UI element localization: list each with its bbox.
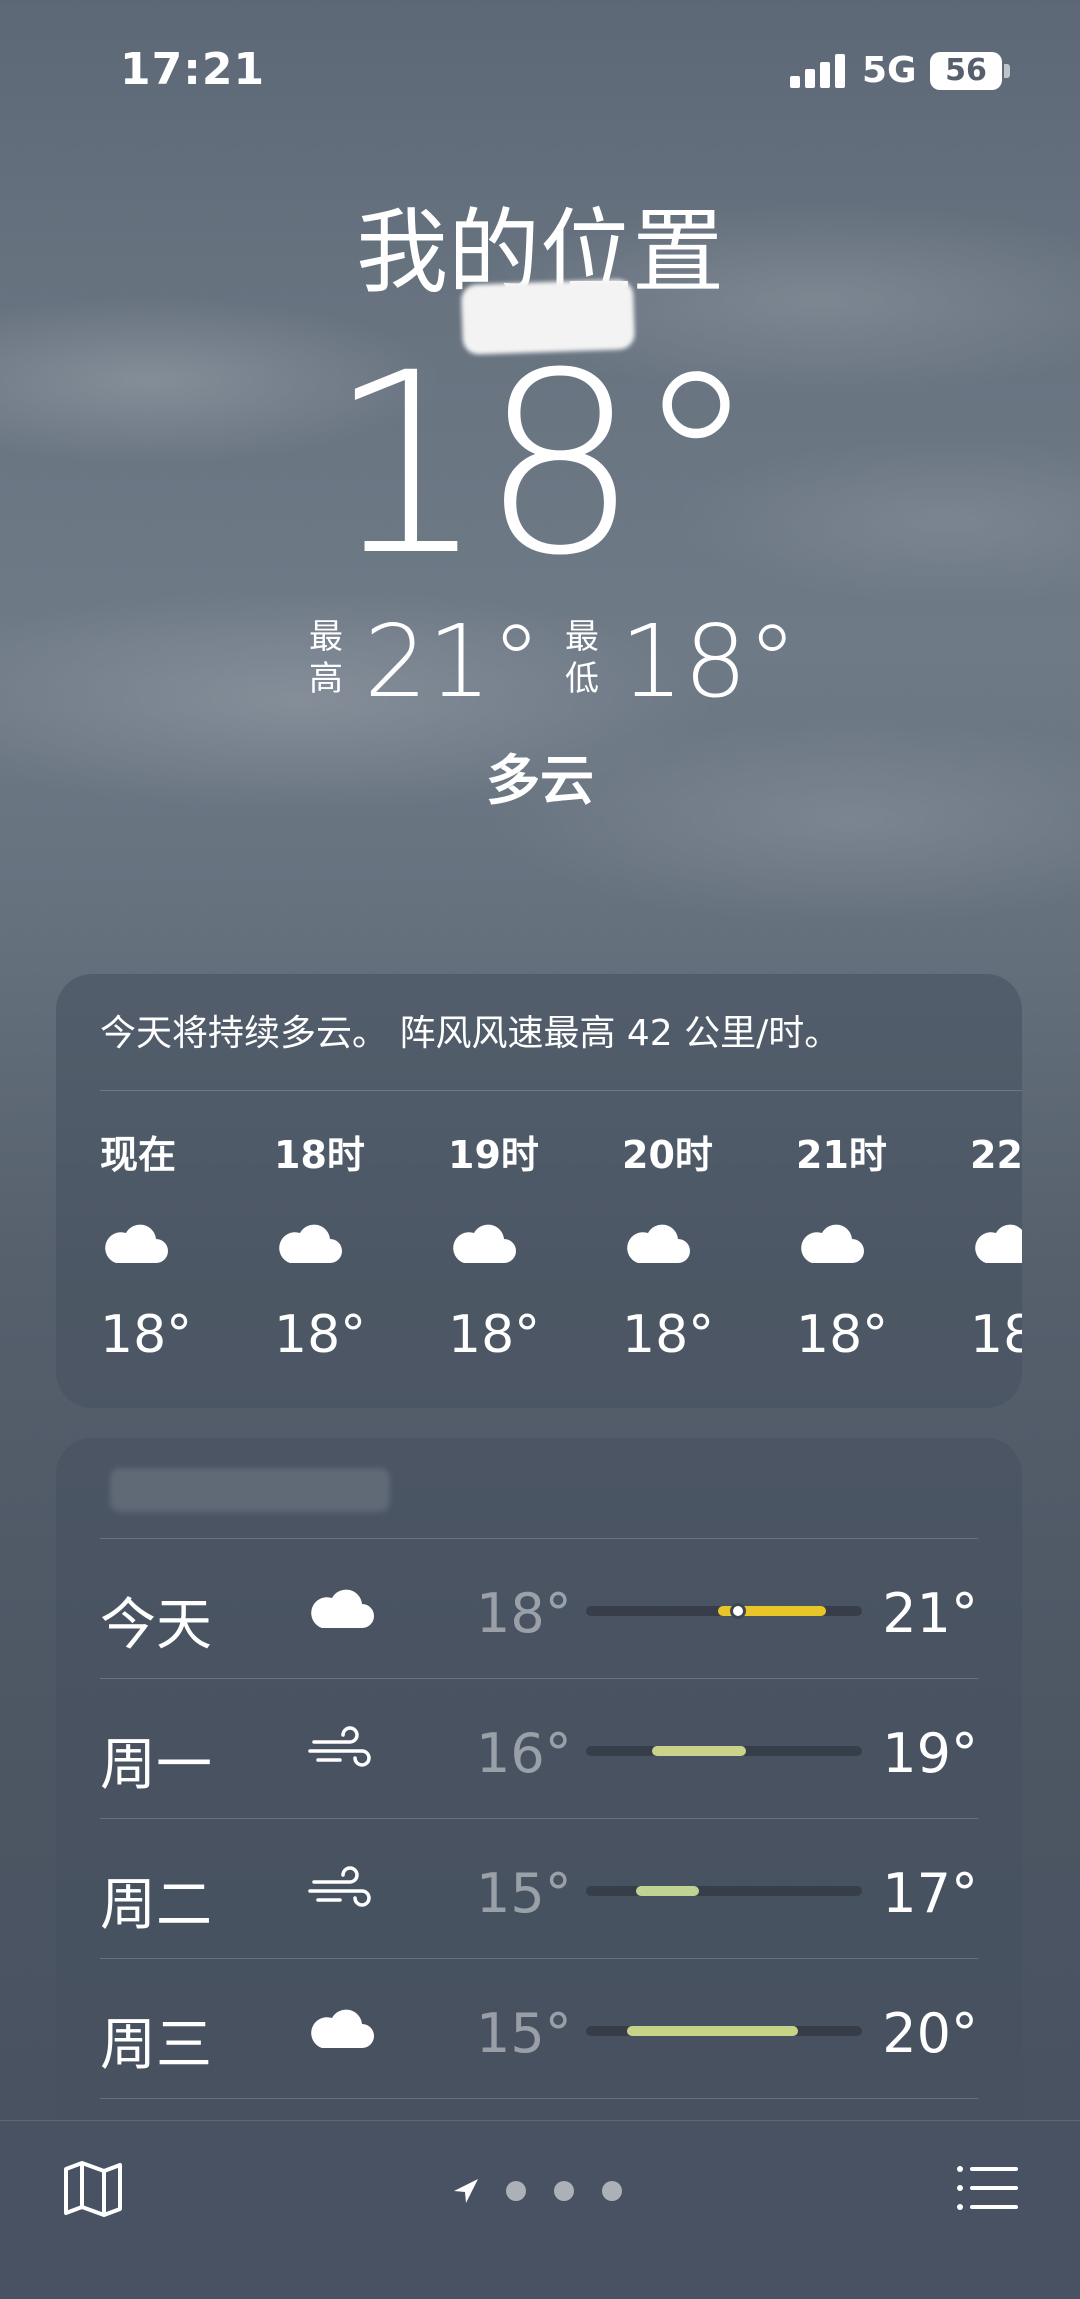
temp-range-bar — [586, 1603, 862, 1619]
divider — [100, 1090, 1022, 1091]
page-dot[interactable] — [554, 2181, 574, 2201]
day-name: 周一 — [100, 1733, 212, 1798]
temp-range-fill — [636, 1886, 699, 1896]
day-low: 16° — [476, 1722, 572, 1785]
hour-label: 现在 — [100, 1133, 177, 1177]
daily-row[interactable]: 周二 15° 17° — [56, 1818, 1022, 1958]
hourly-item: 22时 18° — [970, 1124, 1022, 1365]
page-dot[interactable] — [506, 2181, 526, 2201]
page-indicator[interactable] — [450, 2171, 650, 2211]
hourly-item: 现在 18° — [100, 1124, 240, 1365]
daily-row[interactable]: 今天 18° 21° — [56, 1538, 1022, 1678]
hourly-item: 18时 18° — [274, 1124, 414, 1365]
high-label: 最高 — [309, 617, 343, 699]
network-type: 5G — [862, 50, 917, 91]
day-high: 20° — [882, 2002, 978, 2065]
battery-icon: 56 — [930, 52, 1002, 90]
temp-range-bar — [586, 1886, 862, 1896]
low-temperature: 18° — [620, 603, 798, 720]
cloud-icon — [274, 1219, 344, 1265]
list-icon[interactable] — [954, 2157, 1020, 2219]
day-low: 18° — [476, 1582, 572, 1645]
day-name: 周二 — [100, 1873, 212, 1938]
hour-label: 21时 — [796, 1133, 887, 1177]
status-bar: 17:21 5G 56 — [0, 0, 1080, 140]
page-dot[interactable] — [602, 2181, 622, 2201]
cloud-icon — [306, 1584, 376, 1634]
hour-temperature: 18° — [796, 1305, 889, 1365]
temp-range-fill — [627, 2026, 798, 2036]
daily-row[interactable]: 周三 15° 20° — [56, 1958, 1022, 2098]
hour-temperature: 18° — [970, 1305, 1022, 1365]
daily-header-redacted — [110, 1468, 390, 1512]
wind-icon — [306, 1864, 376, 1914]
day-high: 17° — [882, 1862, 978, 1925]
cloud-icon — [100, 1219, 170, 1265]
day-low: 15° — [476, 2002, 572, 2065]
hour-label: 19时 — [448, 1133, 539, 1177]
location-arrow-icon — [454, 2179, 478, 2203]
forecast-summary: 今天将持续多云。 阵风风速最高 42 公里/时。 — [100, 1013, 841, 1054]
hour-label: 18时 — [274, 1133, 365, 1177]
low-label: 最低 — [565, 617, 599, 699]
hourly-item: 19时 18° — [448, 1124, 588, 1365]
day-name: 周三 — [100, 2013, 212, 2078]
hourly-item: 21时 18° — [796, 1124, 936, 1365]
current-temp-dot — [730, 1603, 746, 1619]
cloud-icon — [306, 2004, 376, 2054]
hourly-item: 20时 18° — [622, 1124, 762, 1365]
divider — [100, 2098, 978, 2099]
hourly-forecast-card[interactable]: 今天将持续多云。 阵风风速最高 42 公里/时。 现在 18° 18时 18° 19时 1… — [56, 974, 1022, 1408]
hour-label: 22时 — [970, 1133, 1022, 1177]
daily-forecast-card[interactable]: 今天 18° 21° 周一 16° 19° 周二 15° 17° 周三 15° 20° — [56, 1438, 1022, 2198]
current-temperature: 18° — [327, 319, 758, 610]
wind-icon — [306, 1724, 376, 1774]
hour-temperature: 18° — [100, 1305, 193, 1365]
day-low: 15° — [476, 1862, 572, 1925]
status-time: 17:21 — [120, 44, 266, 95]
temp-range-bar — [586, 1746, 862, 1756]
cloud-icon — [970, 1219, 1022, 1265]
cloud-icon — [622, 1219, 692, 1265]
hour-temperature: 18° — [622, 1305, 715, 1365]
signal-icon — [790, 54, 846, 88]
high-low: 最高 21° 最低 18° — [0, 612, 1080, 712]
bottom-toolbar — [0, 2120, 1080, 2299]
daily-row[interactable]: 周一 16° 19° — [56, 1678, 1022, 1818]
hour-temperature: 18° — [274, 1305, 367, 1365]
cloud-icon — [448, 1219, 518, 1265]
cloud-icon — [796, 1219, 866, 1265]
temp-range-bar — [586, 2026, 862, 2036]
high-temperature: 21° — [364, 603, 542, 720]
condition-text: 多云 — [486, 749, 594, 812]
temp-range-fill — [652, 1746, 746, 1756]
hour-temperature: 18° — [448, 1305, 541, 1365]
map-icon[interactable] — [62, 2157, 124, 2219]
day-high: 21° — [882, 1582, 978, 1645]
day-name: 今天 — [100, 1593, 212, 1658]
day-high: 19° — [882, 1722, 978, 1785]
battery-tip — [1004, 64, 1010, 78]
hour-label: 20时 — [622, 1133, 713, 1177]
